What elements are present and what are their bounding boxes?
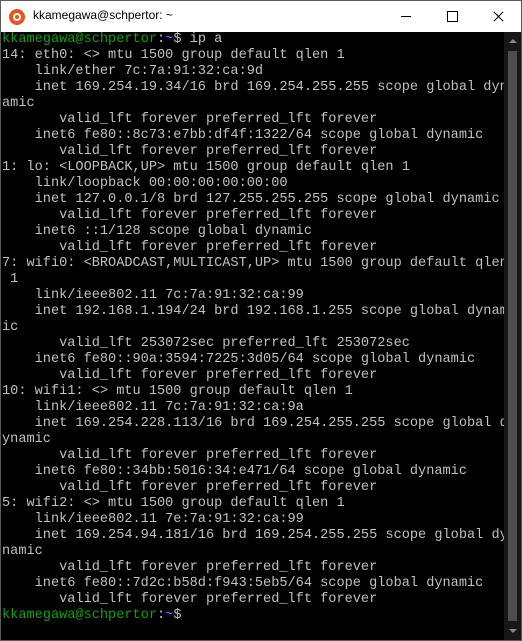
- output-line: 5: wifi2: <> mtu 1500 group default qlen…: [2, 496, 345, 511]
- output-line: amic: [2, 96, 35, 111]
- output-line: valid_lft forever preferred_lft forever: [2, 448, 378, 463]
- output-line: 7: wifi0: <BROADCAST,MULTICAST,UP> mtu 1…: [2, 256, 504, 271]
- output-line: inet 127.0.0.1/8 brd 127.255.255.255 sco…: [2, 192, 500, 207]
- command-input[interactable]: [182, 608, 190, 623]
- output-line: valid_lft forever preferred_lft forever: [2, 480, 378, 495]
- output-line: valid_lft 253072sec preferred_lft 253072…: [2, 336, 410, 351]
- prompt-line: kkamegawa@schpertor:~$ ip a: [2, 32, 222, 48]
- output-line: valid_lft forever preferred_lft forever: [2, 368, 378, 383]
- maximize-button[interactable]: [429, 1, 475, 32]
- prompt-separator: :: [157, 608, 166, 623]
- terminal-output[interactable]: kkamegawa@schpertor:~$ ip a 14: eth0: <>…: [2, 32, 504, 640]
- scroll-down-arrow-icon[interactable]: [504, 623, 521, 640]
- output-line: valid_lft forever preferred_lft forever: [2, 144, 378, 159]
- output-line: link/ieee802.11 7e:7a:91:32:ca:99: [2, 512, 304, 527]
- output-line: 10: wifi1: <> mtu 1500 group default qle…: [2, 384, 353, 399]
- close-button[interactable]: [475, 1, 521, 32]
- command-text: ip a: [181, 32, 223, 47]
- scroll-up-arrow-icon[interactable]: [504, 32, 521, 49]
- output-line: ynamic: [2, 432, 51, 447]
- output-line: valid_lft forever preferred_lft forever: [2, 112, 378, 127]
- prompt-separator: :: [157, 32, 166, 47]
- output-line: link/ieee802.11 7c:7a:91:32:ca:99: [2, 288, 304, 303]
- vertical-scrollbar[interactable]: [504, 32, 521, 640]
- output-line: inet6 fe80::34bb:5016:34:e471/64 scope g…: [2, 464, 467, 479]
- minimize-button[interactable]: [383, 1, 429, 32]
- output-line: link/ieee802.11 7c:7a:91:32:ca:9a: [2, 400, 304, 415]
- scroll-thumb[interactable]: [508, 51, 517, 621]
- output-line: valid_lft forever preferred_lft forever: [2, 560, 378, 575]
- output-line: valid_lft forever preferred_lft forever: [2, 592, 378, 607]
- output-line: valid_lft forever preferred_lft forever: [2, 208, 378, 223]
- output-line: inet6 ::1/128 scope global dynamic: [2, 224, 312, 239]
- prompt-user-host: kkamegawa@schpertor: [2, 608, 157, 623]
- output-line: link/ether 7c:7a:91:32:ca:9d: [2, 64, 264, 79]
- ubuntu-logo-icon[interactable]: [9, 9, 25, 25]
- prompt-line-current[interactable]: kkamegawa@schpertor:~$: [2, 608, 190, 624]
- output-line: inet 169.254.94.181/16 brd 169.254.255.2…: [2, 528, 504, 543]
- output-line: inet6 fe80::8c73:e7bb:df4f:1322/64 scope…: [2, 128, 484, 143]
- output-line: 1: [2, 272, 19, 287]
- output-line: inet 169.254.228.113/16 brd 169.254.255.…: [2, 416, 504, 431]
- window-title: kkamegawa@schpertor: ~: [33, 8, 173, 22]
- title-bar[interactable]: kkamegawa@schpertor: ~: [1, 1, 521, 32]
- prompt-user-host: kkamegawa@schpertor: [2, 32, 157, 47]
- output-line: inet 169.254.19.34/16 brd 169.254.255.25…: [2, 80, 504, 95]
- output-line: 14: eth0: <> mtu 1500 group default qlen…: [2, 48, 345, 63]
- output-line: valid_lft forever preferred_lft forever: [2, 240, 378, 255]
- output-line: inet 192.168.1.194/24 brd 192.168.1.255 …: [2, 304, 504, 319]
- output-line: link/loopback 00:00:00:00:00:00: [2, 176, 288, 191]
- prompt-dollar: $: [173, 608, 182, 623]
- output-line: inet6 fe80::90a:3594:7225:3d05/64 scope …: [2, 352, 476, 367]
- output-line: 1: lo: <LOOPBACK,UP> mtu 1500 group defa…: [2, 160, 410, 175]
- output-line: namic: [2, 544, 43, 559]
- terminal-window: kkamegawa@schpertor: ~ kkamegawa@schpert…: [0, 0, 522, 641]
- prompt-dollar: $: [173, 32, 182, 47]
- output-line: inet6 fe80::7d2c:b58d:f943:5eb5/64 scope…: [2, 576, 484, 591]
- output-line: ic: [2, 320, 19, 335]
